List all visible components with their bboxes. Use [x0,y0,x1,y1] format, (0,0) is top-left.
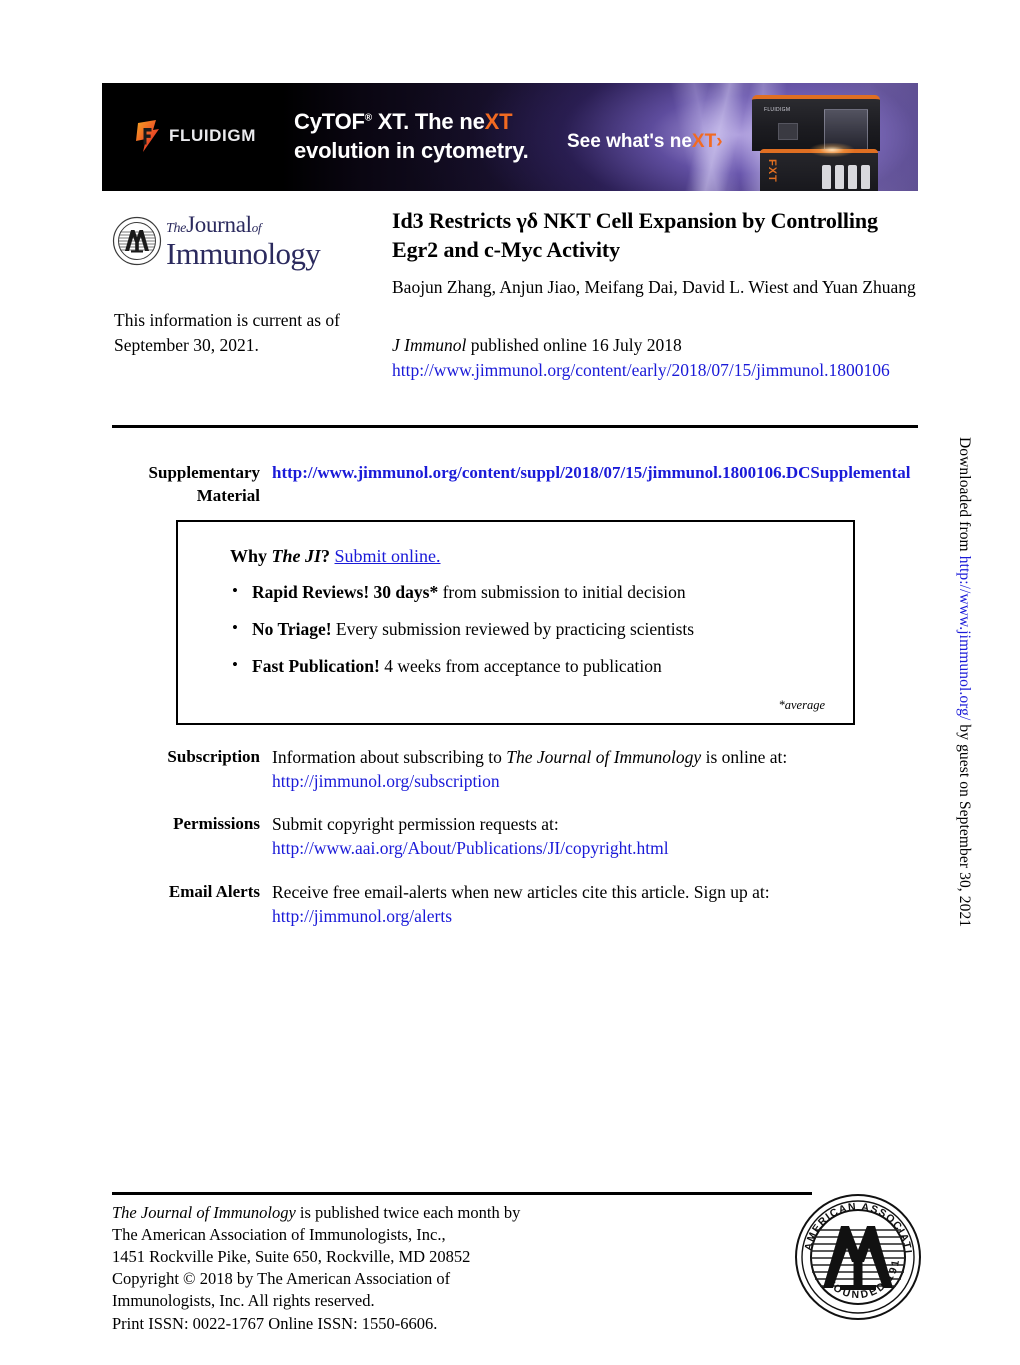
why-benefits-list: Rapid Reviews! 30 days* from submission … [230,580,827,678]
email-alerts-row: Email Alerts Receive free email-alerts w… [112,880,918,928]
cytof-instrument-image: FLUIDIGM FXT [742,91,890,191]
list-item: Fast Publication! 4 weeks from acceptanc… [230,654,827,678]
average-footnote: *average [778,698,825,712]
list-item: Rapid Reviews! 30 days* from submission … [230,580,827,604]
publisher-footer: The Journal of Immunology is published t… [112,1203,521,1333]
banner-headline: CyTOF® XT. The neXT evolution in cytomet… [294,109,529,164]
email-alerts-url-link[interactable]: http://jimmunol.org/alerts [272,904,918,928]
permissions-label: Permissions [173,814,260,834]
info-rows: Subscription Information about subscribi… [112,745,918,947]
device-logo-label: FLUIDIGM [764,107,791,113]
why-the-ji-box: Why The JI? Submit online. Rapid Reviews… [176,520,855,725]
downloaded-from-note: Downloaded from http://www.jimmunol.org/… [955,437,973,927]
supplementary-url-link[interactable]: http://www.jimmunol.org/content/suppl/20… [272,462,918,508]
current-as-of-text: This information is current as of Septem… [114,310,340,355]
submit-online-link[interactable]: Submit online. [335,546,441,566]
article-title: Id3 Restricts γδ NKT Cell Expansion by C… [392,208,878,263]
permissions-row: Permissions Submit copyright permission … [112,812,918,860]
email-alerts-value: Receive free email-alerts when new artic… [272,880,918,928]
permissions-value: Submit copyright permission requests at:… [272,812,918,860]
advertisement-banner[interactable]: FLUIDIGM CyTOF® XT. The neXT evolution i… [102,83,918,191]
fluidigm-flame-icon [132,119,162,153]
email-alerts-label: Email Alerts [168,881,260,901]
article-authors: Baojun Zhang, Anjun Jiao, Meifang Dai, D… [392,277,916,297]
aai-seal-icon: AMERICAN ASSOCIATION OF IMMUNOLOGISTS FO… [788,1183,923,1322]
banner-cta-link[interactable]: See what's neXT› [567,131,723,153]
article-citation: J Immunol published online 16 July 2018 … [392,333,917,382]
list-item: No Triage! Every submission reviewed by … [230,617,827,641]
subscription-value: Information about subscribing to The Jou… [272,745,918,793]
fluidigm-wordmark: FLUIDIGM [169,126,256,145]
fluidigm-logo: FLUIDIGM [132,119,256,153]
permissions-url-link[interactable]: http://www.aai.org/About/Publications/JI… [272,836,918,860]
journal-wordmark: TheJournalof Immunology [166,212,321,271]
device-model-label: FXT [766,159,778,183]
supplementary-label: Supplementary Material [148,463,260,505]
subscription-label: Subscription [167,747,260,766]
journal-abbrev: J Immunol [392,335,467,355]
subscription-row: Subscription Information about subscribi… [112,745,918,793]
divider-top [112,425,918,428]
downloaded-url-link[interactable]: http://www.jimmunol.org/ [956,556,973,721]
publication-status: published online 16 July 2018 [466,335,682,355]
journal-logo: TheJournalof Immunology [112,203,362,279]
why-the-ji-heading: Why The JI? Submit online. [230,546,441,566]
lens-flare [810,143,854,157]
downloaded-suffix: by guest on September 30, 2021 [956,720,973,928]
downloaded-prefix: Downloaded from [956,437,973,556]
subscription-url-link[interactable]: http://jimmunol.org/subscription [272,769,918,793]
divider-bottom [112,1192,812,1195]
article-url-link[interactable]: http://www.jimmunol.org/content/early/20… [392,358,917,382]
supplementary-material-row: Supplementary Material http://www.jimmun… [112,462,918,508]
aai-emblem-icon [112,216,162,266]
